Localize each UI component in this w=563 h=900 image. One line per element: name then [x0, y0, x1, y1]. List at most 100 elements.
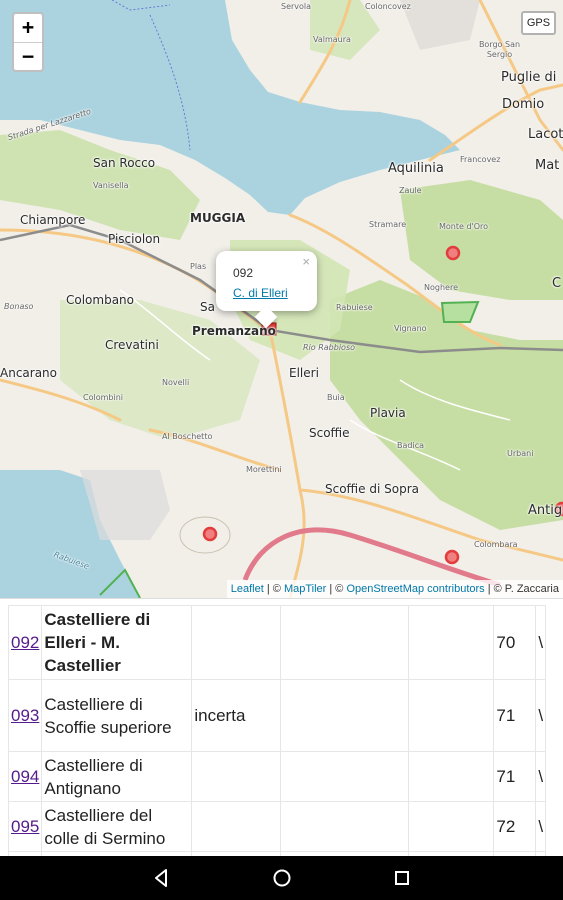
empty-cell [280, 751, 410, 802]
sites-table-container[interactable]: 092 Castelliere di Elleri - M. Castellier… [0, 598, 563, 856]
zoom-control: + − [12, 12, 44, 72]
site-marker[interactable] [444, 549, 460, 565]
place-label: Plavia [370, 406, 406, 420]
place-label: Bonaso [4, 302, 34, 311]
site-name-cell: Castelliere di Antignano [41, 751, 193, 802]
table-row[interactable]: 093 Castelliere di Scoffie superiore incer… [7, 679, 547, 752]
place-label: Colombara [474, 540, 518, 549]
place-label: Morettini [246, 465, 282, 474]
zoom-in-button[interactable]: + [14, 14, 42, 42]
place-label: C [552, 276, 562, 291]
place-label: Antig [528, 503, 563, 518]
empty-cell [280, 605, 410, 680]
place-label: Chiampore [20, 213, 86, 227]
table-row[interactable]: 095 Castelliere del colle di Sermino 72 \ [7, 801, 547, 852]
place-label: Crevatini [105, 338, 159, 352]
overflow-cell: \ [535, 801, 547, 852]
place-label: Rio Rabbioso [303, 343, 356, 352]
map-number-cell: 72 [493, 801, 537, 852]
map-number-cell: 71 [493, 751, 537, 802]
table-row[interactable]: 094 Castelliere di Antignano 71 \ [7, 751, 547, 802]
place-label: Valmaura [313, 35, 351, 44]
place-label: Al Boschetto [162, 432, 213, 441]
sites-table: 092 Castelliere di Elleri - M. Castellier… [7, 605, 547, 856]
place-label: Novelli [162, 378, 190, 387]
place-label: Colombano [66, 293, 135, 307]
site-name-text: Castelliere di Elleri - M. Castellier [44, 610, 151, 675]
site-code-cell: 093 [7, 679, 43, 752]
site-code-cell: 092 [7, 605, 43, 680]
empty-cell [408, 751, 495, 802]
empty-cell [408, 679, 495, 752]
popup-site-code: 092 [233, 266, 254, 280]
place-label: Servola [281, 2, 312, 11]
map-number-text: 71 [496, 706, 516, 725]
map-attribution: Leaflet | © MapTiler | © OpenStreetMap c… [226, 580, 563, 598]
place-label: Urbani [507, 449, 534, 458]
attribution-separator: | © [263, 583, 284, 595]
map-number-cell: 70 [493, 605, 537, 680]
overflow-cell: \ [535, 751, 547, 802]
overflow-cell: \ [535, 679, 547, 752]
certainty-cell [191, 751, 282, 802]
attribution-author: | © P. Zaccaria [484, 583, 559, 595]
place-label: Monte d'Oro [439, 222, 489, 231]
system-nav-bar [0, 856, 563, 900]
zoom-out-button[interactable]: − [14, 42, 42, 70]
place-label: Stramare [369, 220, 407, 229]
place-label: MUGGIA [190, 211, 246, 225]
map-view[interactable]: Servola Coloncovez Valmaura Borgo San Se… [0, 0, 563, 598]
certainty-cell: incerta [191, 679, 282, 752]
place-label: Aquilinia [388, 161, 444, 176]
recents-icon[interactable] [388, 864, 416, 892]
place-label: Domio [502, 97, 545, 112]
site-name-text: Castelliere di Scoffie superiore [44, 694, 172, 737]
site-name-cell: Castelliere di Elleri - M. Castellier [41, 605, 193, 680]
place-label: Borgo San Sergio [478, 40, 521, 59]
site-marker[interactable] [445, 245, 461, 261]
site-popup: × 092 C. di Elleri [216, 251, 317, 329]
place-label: Rabuiese [336, 303, 373, 312]
app-screen: Servola Coloncovez Valmaura Borgo San Se… [0, 0, 563, 900]
overflow-text: \ [538, 767, 544, 786]
leaflet-link[interactable]: Leaflet [231, 583, 264, 595]
popup-site-link[interactable]: C. di Elleri [233, 286, 288, 300]
site-code-cell: 095 [7, 801, 43, 852]
site-code-link[interactable]: 093 [11, 706, 39, 725]
place-label: Mat [535, 158, 560, 173]
home-icon[interactable] [268, 864, 296, 892]
place-label: Elleri [289, 366, 319, 380]
site-code-cell: 094 [7, 751, 43, 802]
place-label: Scoffie [309, 426, 350, 440]
site-name-text: Castelliere di Antignano [44, 755, 143, 798]
table-row[interactable]: 092 Castelliere di Elleri - M. Castellier… [7, 605, 547, 680]
place-label: Colombini [83, 393, 123, 402]
certainty-cell [191, 605, 282, 680]
place-label: Noghere [424, 283, 458, 292]
overflow-text: \ [538, 817, 544, 836]
overflow-cell: \ [535, 605, 547, 680]
place-label: Badica [397, 441, 424, 450]
attribution-separator: | © [326, 583, 347, 595]
site-name-cell: Castelliere del colle di Sermino [41, 801, 193, 852]
empty-cell [280, 801, 410, 852]
site-name-text: Castelliere del colle di Sermino [44, 805, 166, 848]
osm-link[interactable]: OpenStreetMap contributors [346, 583, 484, 595]
place-label: Lacot [528, 127, 563, 142]
site-code-link[interactable]: 095 [11, 817, 39, 836]
place-label: Zaule [399, 186, 422, 195]
site-code-link[interactable]: 094 [11, 767, 39, 786]
maptiler-link[interactable]: MapTiler [284, 583, 326, 595]
overflow-text: \ [538, 706, 544, 725]
place-label: Buia [327, 393, 345, 402]
site-name-cell: Castelliere di Scoffie superiore [41, 679, 193, 752]
popup-close-button[interactable]: × [302, 254, 310, 269]
site-code-link[interactable]: 092 [11, 633, 39, 652]
certainty-text: incerta [194, 706, 246, 725]
place-label: Vanisella [93, 181, 129, 190]
back-icon[interactable] [147, 864, 175, 892]
place-label: Coloncovez [365, 2, 411, 11]
gps-button[interactable]: GPS [521, 11, 556, 35]
site-marker[interactable] [202, 526, 218, 542]
place-label: Francovez [460, 155, 501, 164]
